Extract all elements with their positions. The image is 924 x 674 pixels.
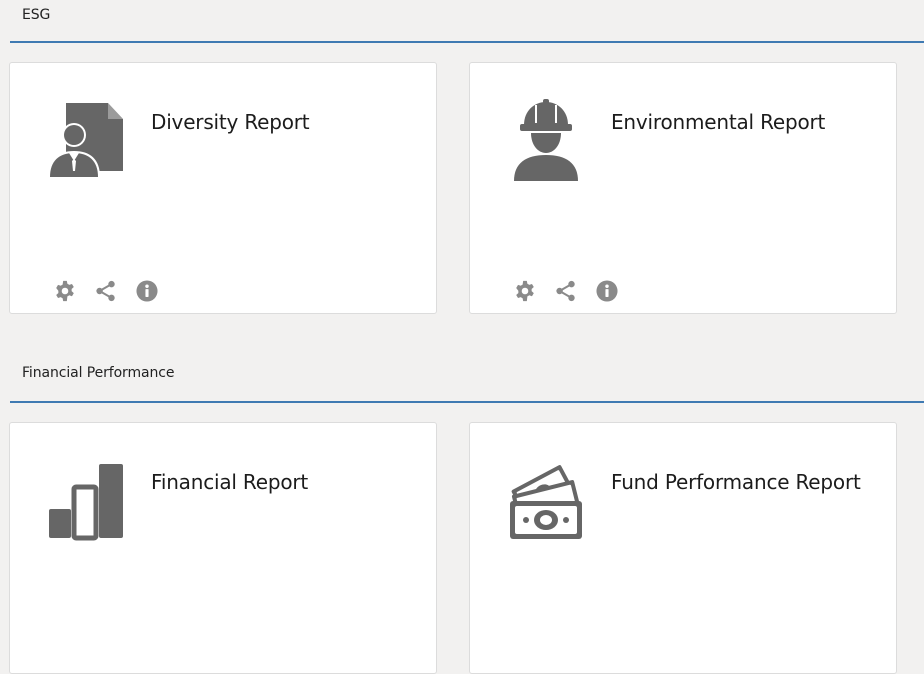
report-card-diversity[interactable]: Diversity Report [9,62,437,314]
section-divider [10,401,924,403]
info-icon [596,280,618,302]
card-actions [52,278,160,304]
settings-button[interactable] [52,278,78,304]
report-card-environmental[interactable]: Environmental Report [469,62,897,314]
section-title: ESG [22,7,51,23]
card-title: Environmental Report [611,110,826,134]
report-card-fund-performance[interactable]: Fund Performance Report [469,422,897,674]
section-esg: ESG Diversity Report Environmental Repor… [0,0,924,330]
share-button[interactable] [93,278,119,304]
worker-hardhat-icon [506,97,586,181]
settings-button[interactable] [512,278,538,304]
gear-icon [516,280,534,302]
info-button[interactable] [594,278,620,304]
bar-chart-icon [46,457,126,541]
card-title: Diversity Report [151,110,310,134]
share-button[interactable] [553,278,579,304]
money-bills-icon [506,457,586,541]
card-title: Fund Performance Report [611,470,861,494]
diversity-report-icon [46,97,126,181]
section-financial-performance: Financial Performance Financial Report F… [0,330,924,674]
card-title: Financial Report [151,470,309,494]
share-icon [556,280,575,302]
report-card-financial[interactable]: Financial Report [9,422,437,674]
info-icon [136,280,158,302]
section-divider [10,41,924,43]
gear-icon [56,280,74,302]
share-icon [96,280,115,302]
card-actions [512,278,620,304]
section-title: Financial Performance [22,365,175,381]
info-button[interactable] [134,278,160,304]
